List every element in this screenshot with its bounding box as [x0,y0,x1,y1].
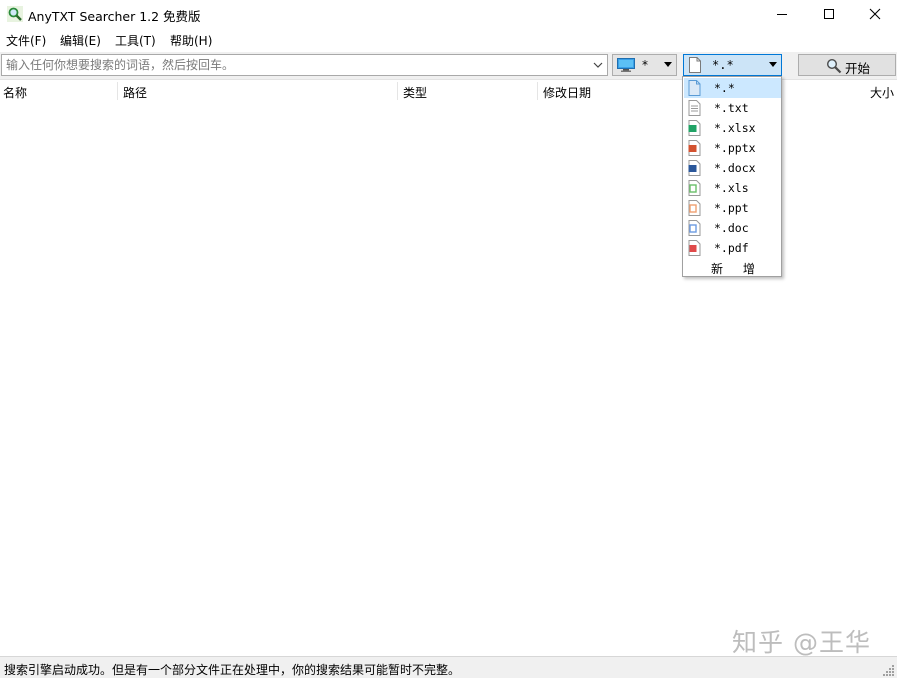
column-divider[interactable] [537,82,538,100]
add-file-type-item[interactable]: 新 增 [684,257,781,277]
column-type[interactable]: 类型 [403,84,427,101]
dropdown-item-label: *.* [714,81,735,95]
window-title: AnyTXT Searcher 1.2 免费版 [28,9,201,24]
pptx-file-icon [688,140,701,156]
dropdown-item-label: *.pdf [714,241,749,255]
resize-grip-icon[interactable] [883,664,895,676]
dropdown-item-label: *.xls [714,181,749,195]
blank-file-icon [689,57,701,73]
text-file-icon [688,100,701,116]
dropdown-item-label: *.doc [714,221,749,235]
column-modified[interactable]: 修改日期 [543,84,591,101]
ppt-file-icon [688,200,701,216]
monitor-icon [617,58,635,72]
column-divider[interactable] [397,82,398,100]
dropdown-item[interactable]: *.xlsx [684,118,781,138]
dropdown-item[interactable]: *.ppt [684,198,781,218]
column-path[interactable]: 路径 [123,84,147,101]
doc-file-icon [688,220,701,236]
dropdown-item-label: *.pptx [714,141,756,155]
dropdown-item[interactable]: *.xls [684,178,781,198]
dropdown-item-label: *.txt [714,101,749,115]
dropdown-item[interactable]: *.pptx [684,138,781,158]
start-label: 开始 [845,61,871,76]
chevron-down-icon[interactable] [591,59,605,71]
column-divider[interactable] [117,82,118,100]
drive-select[interactable]: * [612,54,677,76]
pdf-file-icon [688,240,701,256]
menu-file[interactable]: 文件(F) [6,32,46,49]
watermark: 知乎 @王华 [732,628,871,657]
dropdown-item[interactable]: *.doc [684,218,781,238]
file-type-value: *.* [712,58,734,72]
dropdown-item[interactable]: *.pdf [684,238,781,258]
dropdown-item-label: *.docx [714,161,756,175]
status-bar: 搜索引擎启动成功。但是有一个部分文件正在处理中，你的搜索结果可能暂时不完整。 [0,656,897,678]
search-input[interactable] [2,55,587,75]
maximize-icon [824,9,834,19]
dropdown-item-label: *.ppt [714,201,749,215]
chevron-down-icon [664,62,672,67]
close-button[interactable] [852,0,897,28]
maximize-button[interactable] [806,0,852,28]
minimize-button[interactable] [759,0,805,28]
xlsx-file-icon [688,120,701,136]
file-type-select[interactable]: *.* [683,54,782,76]
dropdown-item[interactable]: *.* [684,78,781,98]
menu-help[interactable]: 帮助(H) [170,32,212,49]
title-bar: AnyTXT Searcher 1.2 免费版 [0,0,897,28]
close-icon [869,8,881,20]
chevron-down-icon [769,62,777,67]
dropdown-item[interactable]: *.docx [684,158,781,178]
status-message: 搜索引擎启动成功。但是有一个部分文件正在处理中，你的搜索结果可能暂时不完整。 [4,663,461,677]
xls-file-icon [688,180,701,196]
magnifier-icon [7,6,23,22]
dropdown-item[interactable]: *.txt [684,98,781,118]
docx-file-icon [688,160,701,176]
menu-bar: 文件(F) 编辑(E) 工具(T) 帮助(H) [0,28,897,52]
dropdown-item-label: *.xlsx [714,121,756,135]
column-name[interactable]: 名称 [3,84,27,101]
add-file-type-label: 新 增 [711,262,763,276]
drive-value: * [642,58,648,72]
search-box [1,54,608,76]
minimize-icon [777,14,787,15]
file-type-dropdown: *.* *.txt *.xlsx *.pptx *.docx *.xls *.p… [682,76,782,277]
menu-tools[interactable]: 工具(T) [115,32,156,49]
blank-file-icon [688,80,701,96]
column-size[interactable]: 大小 [870,84,894,101]
start-button[interactable]: 开始 [798,54,896,76]
menu-edit[interactable]: 编辑(E) [60,32,101,49]
magnifier-icon [826,58,842,74]
